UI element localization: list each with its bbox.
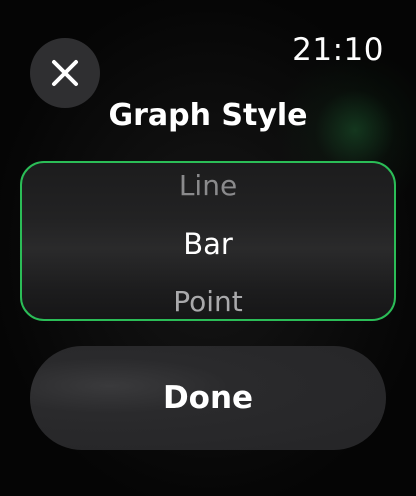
picker-option-point[interactable]: Point	[22, 285, 394, 318]
graph-style-picker[interactable]: Line Bar Point	[20, 161, 396, 321]
page-title: Graph Style	[108, 98, 308, 133]
done-button[interactable]: Done	[30, 346, 386, 450]
picker-option-bar-selected[interactable]: Bar	[22, 227, 394, 261]
watch-screen: 21:10 Graph Style Line Bar Point Done	[0, 0, 416, 496]
picker-option-line[interactable]: Line	[22, 169, 394, 202]
close-icon	[52, 60, 78, 86]
clock-time: 21:10	[292, 32, 384, 68]
